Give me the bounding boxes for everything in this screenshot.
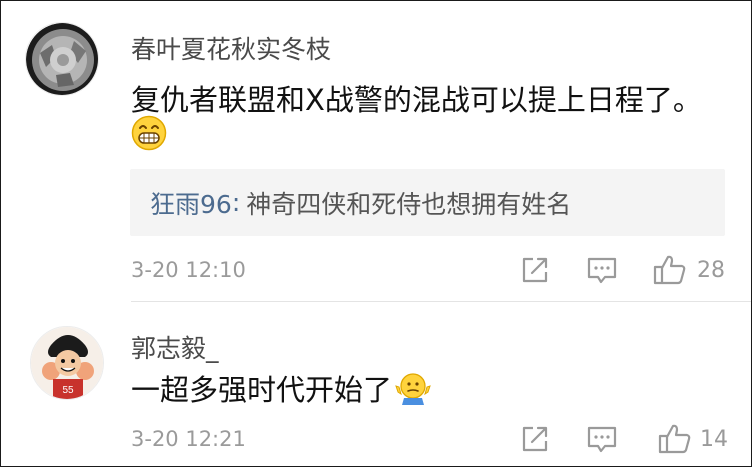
comment-actions: 3-20 12:10 28 <box>131 250 727 290</box>
like-count: 28 <box>697 258 725 283</box>
comment-icon <box>587 257 617 284</box>
like-button[interactable] <box>653 254 686 286</box>
avatar[interactable]: 55 <box>30 326 104 400</box>
comment-text-row: 一超多强时代开始了 <box>131 367 432 409</box>
share-button[interactable] <box>519 423 551 455</box>
shrug-face-icon <box>394 372 432 406</box>
reply-button[interactable] <box>586 423 618 455</box>
comment-timestamp: 3-20 12:21 <box>131 427 246 451</box>
comment-item: 55 郭志毅_ 一超多强时代开始了 3-20 12:21 14 <box>1 302 751 466</box>
share-icon <box>522 257 548 283</box>
reply-preview[interactable]: 狂雨96: 神奇四侠和死侍也想拥有姓名 <box>130 169 725 236</box>
share-icon <box>522 426 548 452</box>
reply-username[interactable]: 狂雨96 <box>150 185 232 221</box>
comment-text: 一超多强时代开始了 <box>131 373 393 407</box>
avatar[interactable] <box>25 22 99 96</box>
comment-icon <box>587 426 617 453</box>
comment-list: 春叶夏花秋实冬枝 复仇者联盟和X战警的混战可以提上日程了。 狂雨96: 神奇四侠和… <box>0 0 752 467</box>
grinning-face-icon <box>131 115 167 151</box>
share-button[interactable] <box>519 254 551 286</box>
comment-username[interactable]: 春叶夏花秋实冬枝 <box>131 30 331 66</box>
svg-text:55: 55 <box>62 385 74 396</box>
reply-text: 神奇四侠和死侍也想拥有姓名 <box>246 189 572 219</box>
thumbs-up-icon <box>658 424 691 454</box>
like-button[interactable] <box>658 423 691 455</box>
comment-actions: 3-20 12:21 14 <box>131 419 728 459</box>
reply-separator: : <box>231 188 241 217</box>
comment-item: 春叶夏花秋实冬枝 复仇者联盟和X战警的混战可以提上日程了。 狂雨96: 神奇四侠和… <box>1 1 751 301</box>
comment-username[interactable]: 郭志毅_ <box>131 329 219 365</box>
comment-text: 复仇者联盟和X战警的混战可以提上日程了。 <box>131 83 702 117</box>
comment-timestamp: 3-20 12:10 <box>131 258 246 282</box>
like-count: 14 <box>700 427 728 452</box>
reply-button[interactable] <box>586 254 618 286</box>
thumbs-up-icon <box>653 255 686 285</box>
